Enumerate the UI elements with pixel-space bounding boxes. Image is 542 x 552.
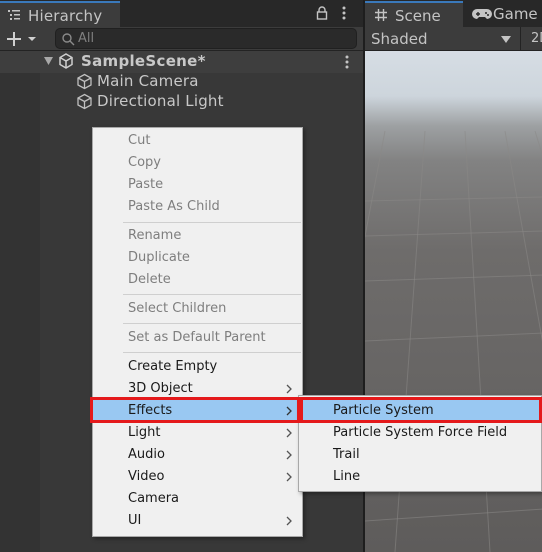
search-icon — [62, 33, 75, 46]
kebab-menu-icon[interactable] — [337, 5, 351, 21]
object-label: Directional Light — [97, 92, 224, 110]
menu-item-label: UI — [128, 513, 142, 528]
hierarchy-item-main-camera[interactable]: Main Camera — [0, 72, 363, 92]
menu-item-create-empty[interactable]: Create Empty — [93, 356, 302, 378]
gamepad-icon — [472, 9, 492, 19]
submenu-item-trail[interactable]: Trail — [299, 444, 541, 466]
2d-toggle-button[interactable]: 2D — [520, 27, 542, 51]
hierarchy-search — [55, 28, 357, 49]
hierarchy-toolbar — [0, 27, 363, 51]
tab-game-label: Game — [493, 5, 538, 23]
menu-separator — [123, 294, 301, 295]
cube-icon — [77, 93, 92, 110]
shading-mode-value: Shaded — [371, 30, 428, 48]
tab-hierarchy[interactable]: Hierarchy — [0, 1, 120, 27]
unity-logo-icon — [59, 53, 73, 69]
menu-item-label: Cut — [128, 133, 151, 148]
menu-item-label: 3D Object — [128, 381, 193, 396]
foldout-arrow-icon[interactable] — [44, 57, 53, 65]
shading-mode-dropdown[interactable]: Shaded — [365, 27, 517, 51]
scene-row[interactable]: SampleScene* — [0, 51, 363, 73]
menu-item-camera[interactable]: Camera — [93, 488, 302, 510]
menu-item-copy[interactable]: Copy — [93, 152, 302, 174]
hierarchy-tab-bar: Hierarchy — [0, 0, 363, 27]
tab-scene[interactable]: Scene — [365, 1, 463, 27]
menu-item-audio[interactable]: Audio — [93, 444, 302, 466]
menu-item-light[interactable]: Light — [93, 422, 302, 444]
chevron-down-icon — [501, 36, 511, 43]
menu-item-paste-as-child[interactable]: Paste As Child — [93, 196, 302, 218]
tab-game[interactable]: Game — [465, 1, 542, 27]
tab-scene-label: Scene — [395, 7, 441, 25]
menu-item-label: Copy — [128, 155, 161, 170]
menu-separator — [123, 352, 301, 353]
chevron-right-icon — [286, 516, 292, 526]
menu-item-cut[interactable]: Cut — [93, 130, 302, 152]
menu-item-set-default-parent[interactable]: Set as Default Parent — [93, 327, 302, 349]
submenu-item-particle-system-force-field[interactable]: Particle System Force Field — [299, 422, 541, 444]
menu-item-video[interactable]: Video — [93, 466, 302, 488]
context-menu: Cut Copy Paste Paste As Child Rename Dup… — [92, 127, 303, 537]
list-icon — [8, 10, 20, 20]
hash-icon — [375, 9, 387, 21]
chevron-right-icon — [286, 428, 292, 438]
2d-toggle-label: 2D — [531, 31, 542, 46]
submenu-item-label: Trail — [333, 447, 360, 462]
hierarchy-item-directional-light[interactable]: Directional Light — [0, 92, 363, 112]
scene-menu-icon[interactable] — [342, 54, 352, 70]
menu-item-paste[interactable]: Paste — [93, 174, 302, 196]
menu-item-label: Video — [128, 469, 165, 484]
lock-icon[interactable] — [315, 6, 329, 20]
menu-item-duplicate[interactable]: Duplicate — [93, 247, 302, 269]
menu-item-ui[interactable]: UI — [93, 510, 302, 532]
scene-toolbar: Shaded 2D — [365, 27, 542, 51]
menu-item-label: Light — [128, 425, 161, 440]
menu-item-label: Delete — [128, 272, 171, 287]
menu-item-label: Rename — [128, 228, 182, 243]
object-label: Main Camera — [97, 72, 199, 90]
submenu-item-line[interactable]: Line — [299, 466, 541, 488]
menu-item-label: Effects — [128, 403, 173, 418]
menu-separator — [123, 323, 301, 324]
submenu-item-particle-system[interactable]: Particle System — [299, 400, 541, 422]
chevron-right-icon — [286, 472, 292, 482]
scene-name: SampleScene* — [81, 52, 206, 70]
menu-separator — [123, 222, 301, 223]
menu-item-label: Paste — [128, 177, 164, 192]
menu-item-label: Set as Default Parent — [128, 330, 266, 345]
menu-item-3d-object[interactable]: 3D Object — [93, 378, 302, 400]
menu-item-select-children[interactable]: Select Children — [93, 298, 302, 320]
chevron-right-icon — [286, 450, 292, 460]
menu-item-label: Create Empty — [128, 359, 218, 374]
submenu-item-label: Particle System — [333, 403, 434, 418]
scene-tab-bar: Scene Game — [365, 0, 542, 27]
cube-icon — [77, 73, 92, 90]
menu-item-label: Audio — [128, 447, 165, 462]
menu-item-label: Duplicate — [128, 250, 190, 265]
effects-submenu: Particle System Particle System Force Fi… — [298, 395, 542, 492]
tab-hierarchy-label: Hierarchy — [28, 7, 103, 25]
menu-item-label: Paste As Child — [128, 199, 220, 214]
menu-item-rename[interactable]: Rename — [93, 225, 302, 247]
add-object-button[interactable] — [5, 29, 41, 49]
menu-item-effects[interactable]: Effects — [93, 400, 302, 422]
submenu-item-label: Particle System Force Field — [333, 425, 508, 440]
menu-item-label: Camera — [128, 491, 180, 506]
chevron-right-icon — [286, 406, 292, 416]
menu-item-delete[interactable]: Delete — [93, 269, 302, 291]
chevron-right-icon — [286, 384, 292, 394]
submenu-item-label: Line — [333, 469, 361, 484]
menu-item-label: Select Children — [128, 301, 227, 316]
search-input[interactable] — [78, 30, 348, 47]
